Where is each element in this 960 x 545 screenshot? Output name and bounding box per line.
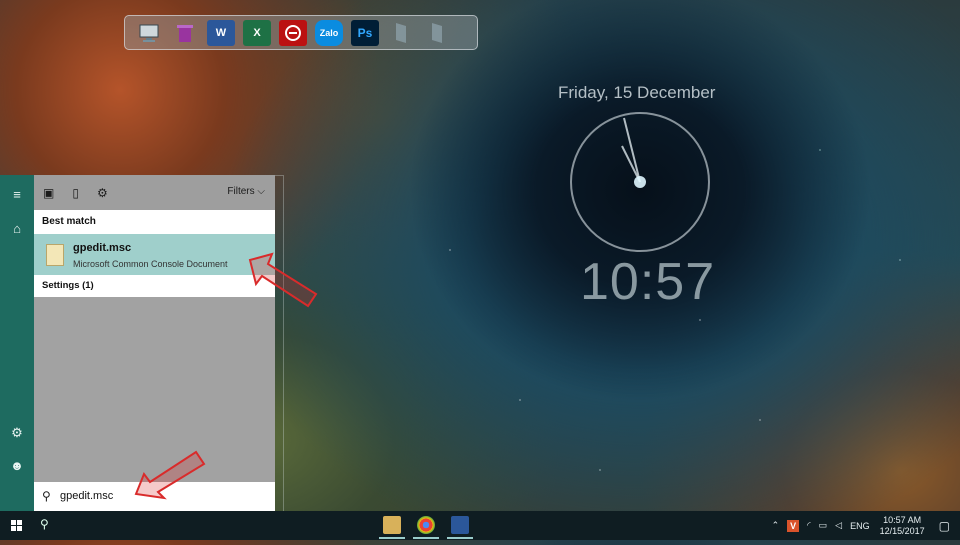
word-taskbar-icon[interactable] bbox=[447, 516, 473, 539]
date-label: Friday, 15 December bbox=[558, 83, 716, 102]
dock-bar: W X Zalo Ps bbox=[124, 15, 478, 50]
tray-time: 10:57 AM bbox=[883, 514, 922, 525]
result-title: gpedit.msc bbox=[73, 242, 132, 254]
zalo-icon[interactable]: Zalo bbox=[315, 19, 343, 46]
vpn-icon[interactable]: V bbox=[787, 519, 800, 532]
word-icon[interactable]: W bbox=[207, 19, 235, 46]
file-explorer-icon[interactable] bbox=[379, 516, 405, 539]
taskbar: ⚲ ⌃ V ◜ ▭ ◁ ENG 10:57 AM 12/15/2017 ▢ bbox=[0, 511, 960, 540]
taskbar-search-icon[interactable]: ⚲ bbox=[40, 517, 49, 531]
battery-icon[interactable]: ▭ bbox=[819, 520, 828, 531]
volume-icon[interactable]: ◁ bbox=[835, 520, 842, 531]
search-icon: ⚲ bbox=[42, 489, 51, 503]
analog-clock bbox=[570, 112, 710, 252]
settings-heading[interactable]: Settings (1) bbox=[34, 275, 275, 297]
settings-filter-icon[interactable]: ⚙ bbox=[97, 186, 108, 200]
document-icon bbox=[46, 244, 64, 266]
best-match-heading: Best match bbox=[34, 210, 275, 234]
search-results-panel: ▣ ▯ ⚙ Filters ⌵ Best match gpedit.msc Mi… bbox=[34, 175, 275, 511]
system-tray: ⌃ V ◜ ▭ ◁ ENG 10:57 AM 12/15/2017 ▢ bbox=[768, 511, 960, 540]
apps-filter-icon[interactable]: ▣ bbox=[43, 186, 54, 200]
chevron-up-icon[interactable]: ⌃ bbox=[772, 520, 780, 531]
result-item-gpedit[interactable]: gpedit.msc Microsoft Common Console Docu… bbox=[34, 234, 275, 275]
garena-icon[interactable] bbox=[279, 19, 307, 46]
language-indicator[interactable]: ENG bbox=[850, 521, 870, 531]
computer-icon[interactable] bbox=[135, 20, 163, 46]
clock-minute-hand bbox=[623, 117, 641, 183]
windows-start-button[interactable] bbox=[0, 511, 34, 540]
results-list: Best match gpedit.msc Microsoft Common C… bbox=[34, 210, 275, 297]
clock-hour-hand bbox=[621, 145, 641, 183]
search-filter-bar: ▣ ▯ ⚙ Filters ⌵ bbox=[34, 175, 275, 210]
result-subtitle: Microsoft Common Console Document bbox=[73, 259, 228, 269]
recycle-bin-icon[interactable] bbox=[171, 20, 199, 46]
search-box[interactable]: ⚲ bbox=[34, 482, 275, 511]
search-input[interactable] bbox=[60, 487, 260, 505]
notifications-icon[interactable]: ▢ bbox=[939, 519, 950, 533]
user-icon[interactable]: ☻ bbox=[0, 458, 34, 473]
tray-clock[interactable]: 10:57 AM 12/15/2017 bbox=[880, 515, 925, 537]
excel-icon[interactable]: X bbox=[243, 19, 271, 46]
placeholder-icon[interactable] bbox=[387, 20, 415, 46]
chevron-down-icon: ⌵ bbox=[257, 186, 265, 197]
chrome-icon[interactable] bbox=[413, 516, 439, 539]
filters-dropdown[interactable]: Filters ⌵ bbox=[227, 186, 265, 197]
wifi-icon[interactable]: ◜ bbox=[807, 520, 811, 531]
photoshop-icon[interactable]: Ps bbox=[351, 19, 379, 46]
gear-icon[interactable]: ⚙ bbox=[0, 425, 34, 441]
start-rail: ≡ ⌂ ⚙ ☻ bbox=[0, 175, 34, 511]
home-icon[interactable]: ⌂ bbox=[0, 221, 34, 236]
digital-clock: 10:57 bbox=[580, 253, 716, 311]
documents-filter-icon[interactable]: ▯ bbox=[72, 186, 79, 200]
hamburger-icon[interactable]: ≡ bbox=[0, 187, 34, 202]
tray-date: 12/15/2017 bbox=[879, 525, 925, 536]
placeholder-icon[interactable] bbox=[423, 20, 451, 46]
